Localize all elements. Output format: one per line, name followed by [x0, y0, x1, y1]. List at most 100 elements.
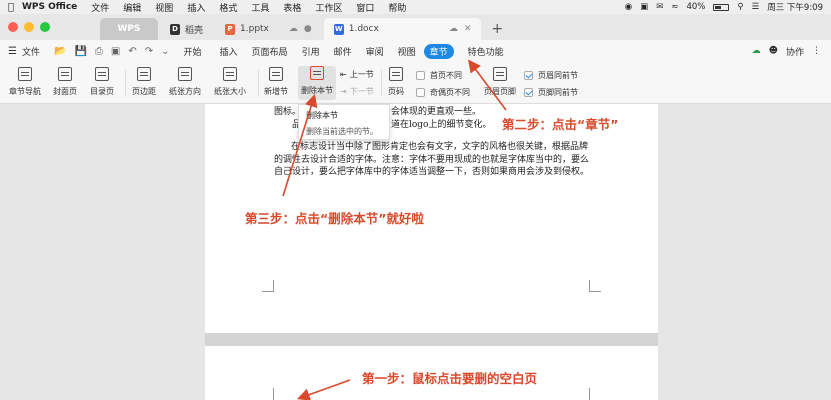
- toc-page-button[interactable]: 目录页: [90, 67, 114, 97]
- divider: [258, 70, 259, 96]
- undo-icon[interactable]: ↶: [128, 46, 136, 57]
- window-controls: [8, 14, 50, 40]
- menu-table[interactable]: 表格: [283, 1, 301, 14]
- toc-page-label: 目录页: [90, 87, 114, 96]
- tab-view[interactable]: 视图: [398, 45, 416, 58]
- more-icon[interactable]: ⋮: [812, 46, 821, 56]
- docer-icon: D: [170, 23, 180, 35]
- app-name[interactable]: WPS Office: [22, 2, 77, 12]
- tab-mailings[interactable]: 邮件: [334, 45, 352, 58]
- paper-size-label: 纸张大小: [214, 87, 246, 96]
- doc-line-1a: 图标。: [274, 107, 302, 117]
- menu-window[interactable]: 窗口: [356, 1, 374, 14]
- collaborate-icon[interactable]: ☻: [769, 46, 778, 56]
- chevron-down-icon[interactable]: ⌄: [161, 46, 169, 57]
- close-window-button[interactable]: [8, 22, 18, 32]
- apple-icon[interactable]: : [0, 2, 22, 13]
- new-section-label: 新增节: [264, 87, 288, 96]
- control-center-icon[interactable]: ☰: [752, 2, 760, 12]
- step2-annotation: 第二步：点击“章节”: [502, 117, 619, 132]
- doc-paragraph-line-3: 自己设计，要么把字体库中的字体适当调整一下，否则如果商用会涉及到侵权。: [274, 167, 590, 177]
- page-number-label: 页码: [388, 87, 404, 96]
- tab-section[interactable]: 章节: [423, 43, 454, 59]
- preview-icon[interactable]: ▣: [111, 46, 120, 57]
- tab-insert[interactable]: 插入: [220, 45, 238, 58]
- cover-page-button[interactable]: 封面页: [53, 67, 77, 97]
- paper-size-button[interactable]: 纸张大小: [214, 67, 246, 97]
- menu-format[interactable]: 格式: [219, 1, 237, 14]
- chapter-nav-icon: [18, 67, 32, 81]
- zoom-window-button[interactable]: [40, 22, 50, 32]
- next-section-button[interactable]: ⇥ 下一节: [340, 86, 374, 97]
- delete-section-button[interactable]: 删除本节: [298, 66, 336, 100]
- odd-even-different-label: 奇偶页不同: [430, 88, 470, 97]
- menu-tools[interactable]: 工具: [251, 1, 269, 14]
- wechat-icon[interactable]: ◉: [625, 2, 632, 12]
- tab-review[interactable]: 审阅: [366, 45, 384, 58]
- cloud-icon: ☁: [448, 24, 458, 34]
- unsaved-dot-icon[interactable]: ●: [304, 24, 312, 34]
- tab-docer[interactable]: D 稻壳: [160, 18, 213, 40]
- menu-edit[interactable]: 编辑: [123, 1, 141, 14]
- menu-help[interactable]: 帮助: [388, 1, 406, 14]
- menu-view[interactable]: 视图: [155, 1, 173, 14]
- header-same-check[interactable]: [524, 71, 533, 80]
- doc-line-2b: 道在logo上的细节变化。: [391, 120, 492, 130]
- open-icon[interactable]: 📂: [54, 46, 66, 57]
- margins-icon: [137, 67, 151, 81]
- menu-icon[interactable]: ☰: [8, 46, 17, 57]
- odd-even-different-checkbox[interactable]: 奇偶页不同: [416, 87, 470, 98]
- page-number-button[interactable]: 页码: [388, 67, 404, 97]
- menu-insert[interactable]: 插入: [187, 1, 205, 14]
- delete-section-tooltip: 删除本节 删除当前选中的节。: [298, 104, 390, 140]
- chapter-nav-button[interactable]: 章节导航: [9, 67, 41, 97]
- crop-mark: [589, 388, 601, 400]
- new-section-button[interactable]: 新增节: [264, 67, 288, 97]
- tab-page-layout[interactable]: 页面布局: [252, 45, 288, 58]
- odd-even-different-check[interactable]: [416, 88, 425, 97]
- save-icon[interactable]: 💾: [74, 46, 86, 57]
- tab-special-features[interactable]: 特色功能: [468, 45, 504, 58]
- tab-docx[interactable]: W 1.docx ☁ ✕: [323, 18, 482, 40]
- chat-icon[interactable]: ✉: [656, 2, 663, 12]
- minimize-window-button[interactable]: [24, 22, 34, 32]
- redo-icon[interactable]: ↷: [145, 46, 153, 57]
- file-menu[interactable]: 文件: [22, 45, 40, 58]
- macos-menubar:  WPS Office 文件 编辑 视图 插入 格式 工具 表格 工作区 窗口…: [0, 0, 831, 14]
- pptx-file-icon: P: [225, 23, 236, 35]
- header-footer-button[interactable]: 页眉页脚: [484, 67, 516, 97]
- docx-file-icon: W: [333, 23, 344, 35]
- orientation-button[interactable]: 纸张方向: [169, 67, 201, 97]
- close-tab-icon[interactable]: ✕: [464, 24, 472, 34]
- header-same-as-previous-checkbox[interactable]: 页眉同前节: [524, 70, 578, 81]
- collaborate-label[interactable]: 协作: [786, 45, 804, 58]
- footer-same-as-previous-checkbox[interactable]: 页脚同前节: [524, 87, 578, 98]
- divider: [125, 70, 126, 96]
- print-icon[interactable]: ⎙: [95, 46, 103, 57]
- cloud-sync-icon[interactable]: ☁: [752, 46, 761, 56]
- document-canvas[interactable]: 图标。 会体现的更直观一些。 品 道在logo上的细节变化。 在标志设计当中除了…: [0, 104, 831, 400]
- tab-start[interactable]: 开始: [184, 45, 202, 58]
- tab-references[interactable]: 引用: [302, 45, 320, 58]
- orientation-label: 纸张方向: [169, 87, 201, 96]
- prev-section-icon: ⇤: [340, 70, 347, 79]
- menu-workspace[interactable]: 工作区: [315, 1, 342, 14]
- spotlight-icon[interactable]: ⚲: [737, 2, 743, 12]
- tab-pptx[interactable]: P 1.pptx ☁ ●: [215, 18, 322, 40]
- step3-annotation: 第三步：点击“删除本节”就好啦: [245, 211, 424, 226]
- tab-pptx-label: 1.pptx: [240, 24, 269, 34]
- menu-file[interactable]: 文件: [91, 1, 109, 14]
- tab-wps-home[interactable]: WPS: [100, 18, 158, 40]
- wps-tray-icon[interactable]: ▣: [640, 2, 648, 12]
- new-tab-button[interactable]: +: [483, 18, 511, 40]
- margins-button[interactable]: 页边距: [132, 67, 156, 97]
- prev-section-button[interactable]: ⇤ 上一节: [340, 69, 374, 80]
- wifi-icon[interactable]: ≈: [671, 2, 678, 12]
- tooltip-title: 删除本节: [306, 111, 338, 120]
- footer-same-check[interactable]: [524, 88, 533, 97]
- first-page-different-check[interactable]: [416, 71, 425, 80]
- clock[interactable]: 周三 下午9:09: [767, 1, 823, 13]
- first-page-different-checkbox[interactable]: 首页不同: [416, 70, 462, 81]
- page-number-icon: [389, 67, 403, 81]
- battery-icon[interactable]: [713, 3, 730, 11]
